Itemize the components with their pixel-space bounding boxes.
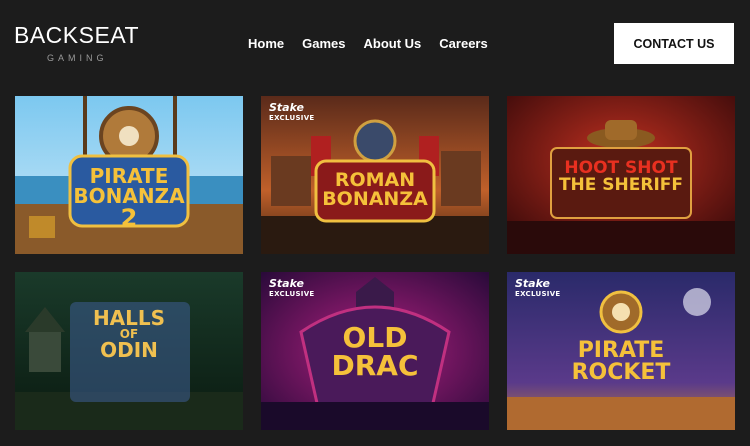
game-card-hoot-shot-the-sheriff[interactable]: HOOT SHOT THE SHERIFF <box>507 96 735 254</box>
stake-logo: Stake <box>269 277 304 290</box>
games-grid: PIRATE BONANZA 2 Stake EXCLUSIVE ROMAN B… <box>15 96 735 430</box>
contact-us-button[interactable]: CONTACT US <box>614 23 734 64</box>
nav-home[interactable]: Home <box>248 36 284 51</box>
stake-logo: Stake <box>269 101 304 114</box>
game-card-halls-of-odin[interactable]: HALLS OF ODIN <box>15 272 243 430</box>
stake-exclusive-badge: Stake EXCLUSIVE <box>269 102 315 123</box>
game-card-roman-bonanza[interactable]: Stake EXCLUSIVE ROMAN BONANZA <box>261 96 489 254</box>
main-nav: Home Games About Us Careers <box>248 36 506 51</box>
halls-of-odin-artwork <box>15 272 243 430</box>
nav-careers[interactable]: Careers <box>439 36 487 51</box>
pirate-bonanza-2-artwork <box>15 96 243 254</box>
site-header: BACKSEAT GAMING Home Games About Us Care… <box>0 0 750 90</box>
backseat-gaming-logo[interactable]: BACKSEAT GAMING <box>14 22 146 68</box>
logo-wordmark: BACKSEAT <box>14 22 139 48</box>
nav-about-us[interactable]: About Us <box>364 36 422 51</box>
hoot-shot-artwork <box>507 96 735 254</box>
stake-exclusive-badge: Stake EXCLUSIVE <box>269 278 315 299</box>
stake-logo: Stake <box>515 277 550 290</box>
stake-exclusive-badge: Stake EXCLUSIVE <box>515 278 561 299</box>
logo-tagline: GAMING <box>47 53 108 63</box>
badge-text: EXCLUSIVE <box>515 290 561 298</box>
game-card-pirate-rocket[interactable]: Stake EXCLUSIVE PIRATE ROCKET <box>507 272 735 430</box>
badge-text: EXCLUSIVE <box>269 114 315 122</box>
game-card-pirate-bonanza-2[interactable]: PIRATE BONANZA 2 <box>15 96 243 254</box>
nav-games[interactable]: Games <box>302 36 345 51</box>
badge-text: EXCLUSIVE <box>269 290 315 298</box>
game-card-old-drac[interactable]: Stake EXCLUSIVE OLD DRAC <box>261 272 489 430</box>
